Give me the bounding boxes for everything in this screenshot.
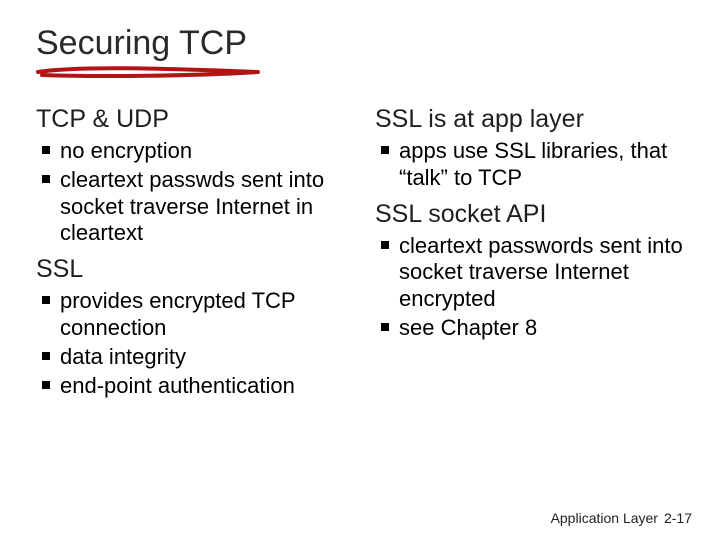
title-underline	[36, 65, 266, 79]
bullet-list: no encryption cleartext passwds sent int…	[36, 138, 345, 247]
list-item: provides encrypted TCP connection	[42, 288, 345, 342]
list-item: cleartext passwords sent into socket tra…	[381, 233, 684, 313]
list-item: cleartext passwds sent into socket trave…	[42, 167, 345, 247]
bullet-list: provides encrypted TCP connection data i…	[36, 288, 345, 399]
list-item: see Chapter 8	[381, 315, 684, 342]
bullet-list: cleartext passwords sent into socket tra…	[375, 233, 684, 342]
right-column: SSL is at app layer apps use SSL librari…	[375, 105, 684, 408]
section-head-ssl-app-layer: SSL is at app layer	[375, 105, 684, 134]
page-title: Securing TCP	[36, 24, 684, 63]
content-columns: TCP & UDP no encryption cleartext passwd…	[36, 105, 684, 408]
section-head-ssl-socket-api: SSL socket API	[375, 200, 684, 229]
slide: Securing TCP TCP & UDP no encryption cle…	[0, 0, 720, 540]
list-item: end-point authentication	[42, 373, 345, 400]
list-item: data integrity	[42, 344, 345, 371]
left-column: TCP & UDP no encryption cleartext passwd…	[36, 105, 345, 408]
bullet-list: apps use SSL libraries, that “talk” to T…	[375, 138, 684, 192]
footer-label: Application Layer	[551, 510, 658, 526]
section-head-tcp-udp: TCP & UDP	[36, 105, 345, 134]
section-head-ssl: SSL	[36, 255, 345, 284]
footer-page-number: 2-17	[664, 510, 692, 526]
list-item: apps use SSL libraries, that “talk” to T…	[381, 138, 684, 192]
list-item: no encryption	[42, 138, 345, 165]
footer: Application Layer 2-17	[551, 510, 692, 526]
